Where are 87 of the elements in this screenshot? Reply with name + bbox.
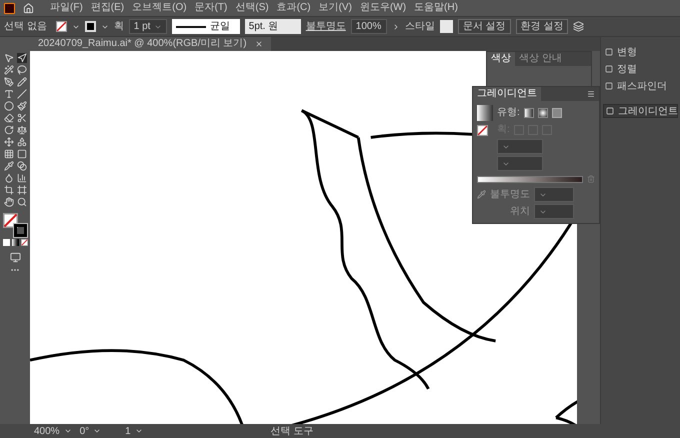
screen-mode-icon[interactable] [10, 252, 20, 263]
menu-item[interactable]: 문자(T) [194, 3, 228, 13]
menu-item[interactable]: 오브젝트(O) [132, 3, 187, 13]
radial-type-button[interactable] [538, 108, 548, 118]
color-mode-icon[interactable] [2, 239, 10, 246]
drop-icon[interactable] [4, 173, 14, 183]
caret-icon [93, 427, 102, 435]
none-mode-icon[interactable] [20, 239, 28, 246]
linear-type-button[interactable] [524, 108, 534, 118]
zoom-icon[interactable] [16, 197, 26, 207]
panel-icon [606, 107, 614, 115]
grid-icon[interactable] [4, 149, 14, 159]
eraser-icon[interactable] [4, 113, 14, 123]
stroke-label: 획 [114, 20, 124, 34]
style-label: 스타일 [404, 20, 435, 34]
ellipse-icon[interactable] [4, 101, 14, 111]
menu-item[interactable]: 효과(C) [276, 3, 311, 13]
stroke-swatch[interactable] [14, 224, 27, 237]
home-icon[interactable] [23, 2, 34, 14]
dock-item[interactable]: 변형 [603, 45, 678, 59]
panel-tab[interactable]: 색상 [487, 52, 515, 66]
caret-icon [64, 427, 72, 435]
line-icon[interactable] [16, 89, 26, 99]
artboard-dropdown[interactable]: 1 [125, 424, 143, 438]
rotate-icon[interactable] [4, 125, 14, 135]
menu-item[interactable]: 도움말(H) [414, 3, 458, 13]
panel-title[interactable]: 그레이디언트 [473, 87, 541, 101]
eyedropper-icon[interactable] [477, 190, 486, 199]
panel-icon [605, 48, 613, 56]
square-icon[interactable] [16, 149, 26, 159]
panel-tab[interactable]: 색상 안내 [515, 52, 566, 66]
stroke-weight-field[interactable]: 1 pt [128, 19, 167, 34]
freeform-type-button[interactable] [552, 108, 562, 118]
caret-icon [134, 427, 143, 435]
arrow-icon[interactable] [4, 53, 14, 63]
panel-icon [605, 82, 613, 90]
style-swatch[interactable] [440, 20, 453, 33]
lasso-icon[interactable] [16, 65, 26, 75]
fill-swatch[interactable] [56, 21, 67, 32]
rotation-dropdown[interactable]: 0° [80, 424, 102, 438]
panel-icon [605, 65, 613, 73]
scale-icon[interactable] [16, 125, 26, 135]
close-icon[interactable] [254, 40, 263, 48]
stroke-line-icon [176, 24, 206, 28]
dock-item[interactable]: 정렬 [603, 62, 678, 76]
blend-icon[interactable] [16, 161, 26, 171]
fill-swatch[interactable] [3, 213, 18, 228]
opacity-label: 불투명도 [490, 188, 530, 202]
document-tab[interactable]: 20240709_Raimu.ai* @ 400%(RGB/미리 보기) [30, 37, 271, 51]
scissors-icon[interactable] [16, 113, 26, 123]
shapes-icon[interactable] [16, 137, 26, 147]
type-icon[interactable] [4, 89, 14, 99]
frame-icon[interactable] [16, 185, 26, 195]
app-logo[interactable] [4, 2, 15, 14]
dock-item[interactable]: 그레이디언트 [603, 104, 678, 118]
gradient-mode-icon[interactable] [12, 239, 18, 246]
pen-icon[interactable] [4, 77, 14, 87]
stroke-profile-dropdown[interactable]: 균일 [172, 19, 240, 34]
type-label: 유형: [497, 106, 520, 120]
menu-item[interactable]: 보기(V) [318, 3, 352, 13]
current-tool: 선택 도구 [270, 424, 314, 438]
pointer-icon[interactable] [16, 53, 26, 63]
pencil-icon[interactable] [16, 77, 26, 87]
hand-icon[interactable] [4, 197, 14, 207]
menu-item[interactable]: 선택(S) [235, 3, 269, 13]
crop-icon[interactable] [4, 185, 14, 195]
menu-icon[interactable] [587, 90, 595, 98]
arrange-icon[interactable] [573, 21, 584, 32]
menu-item[interactable]: 편집(E) [90, 3, 124, 13]
wand-icon[interactable] [4, 65, 14, 75]
opacity-label: 불투명도 [306, 20, 346, 34]
gradient-preview[interactable] [477, 105, 493, 121]
menu-item[interactable]: 파일(F) [50, 3, 83, 13]
opacity-field[interactable]: 100% [350, 19, 387, 34]
chart-icon[interactable] [16, 173, 26, 183]
brush-dropdown[interactable]: 5pt. 원 [244, 19, 301, 34]
selection-label: 선택 없음 [4, 20, 47, 34]
toolbar-button[interactable]: 문서 설정 [458, 19, 511, 34]
stroke-swatch[interactable] [477, 125, 488, 136]
eyedropper-icon[interactable] [4, 161, 14, 171]
menu-item[interactable]: 윈도우(W) [360, 3, 406, 13]
zoom-dropdown[interactable]: 400% [34, 424, 72, 438]
dock-item[interactable]: 패스파인더 [603, 79, 678, 93]
location-label: 위치 [509, 205, 530, 219]
move-icon[interactable] [4, 137, 14, 147]
toolbar-button[interactable]: 환경 설정 [516, 19, 568, 34]
brush-icon[interactable] [16, 101, 26, 111]
